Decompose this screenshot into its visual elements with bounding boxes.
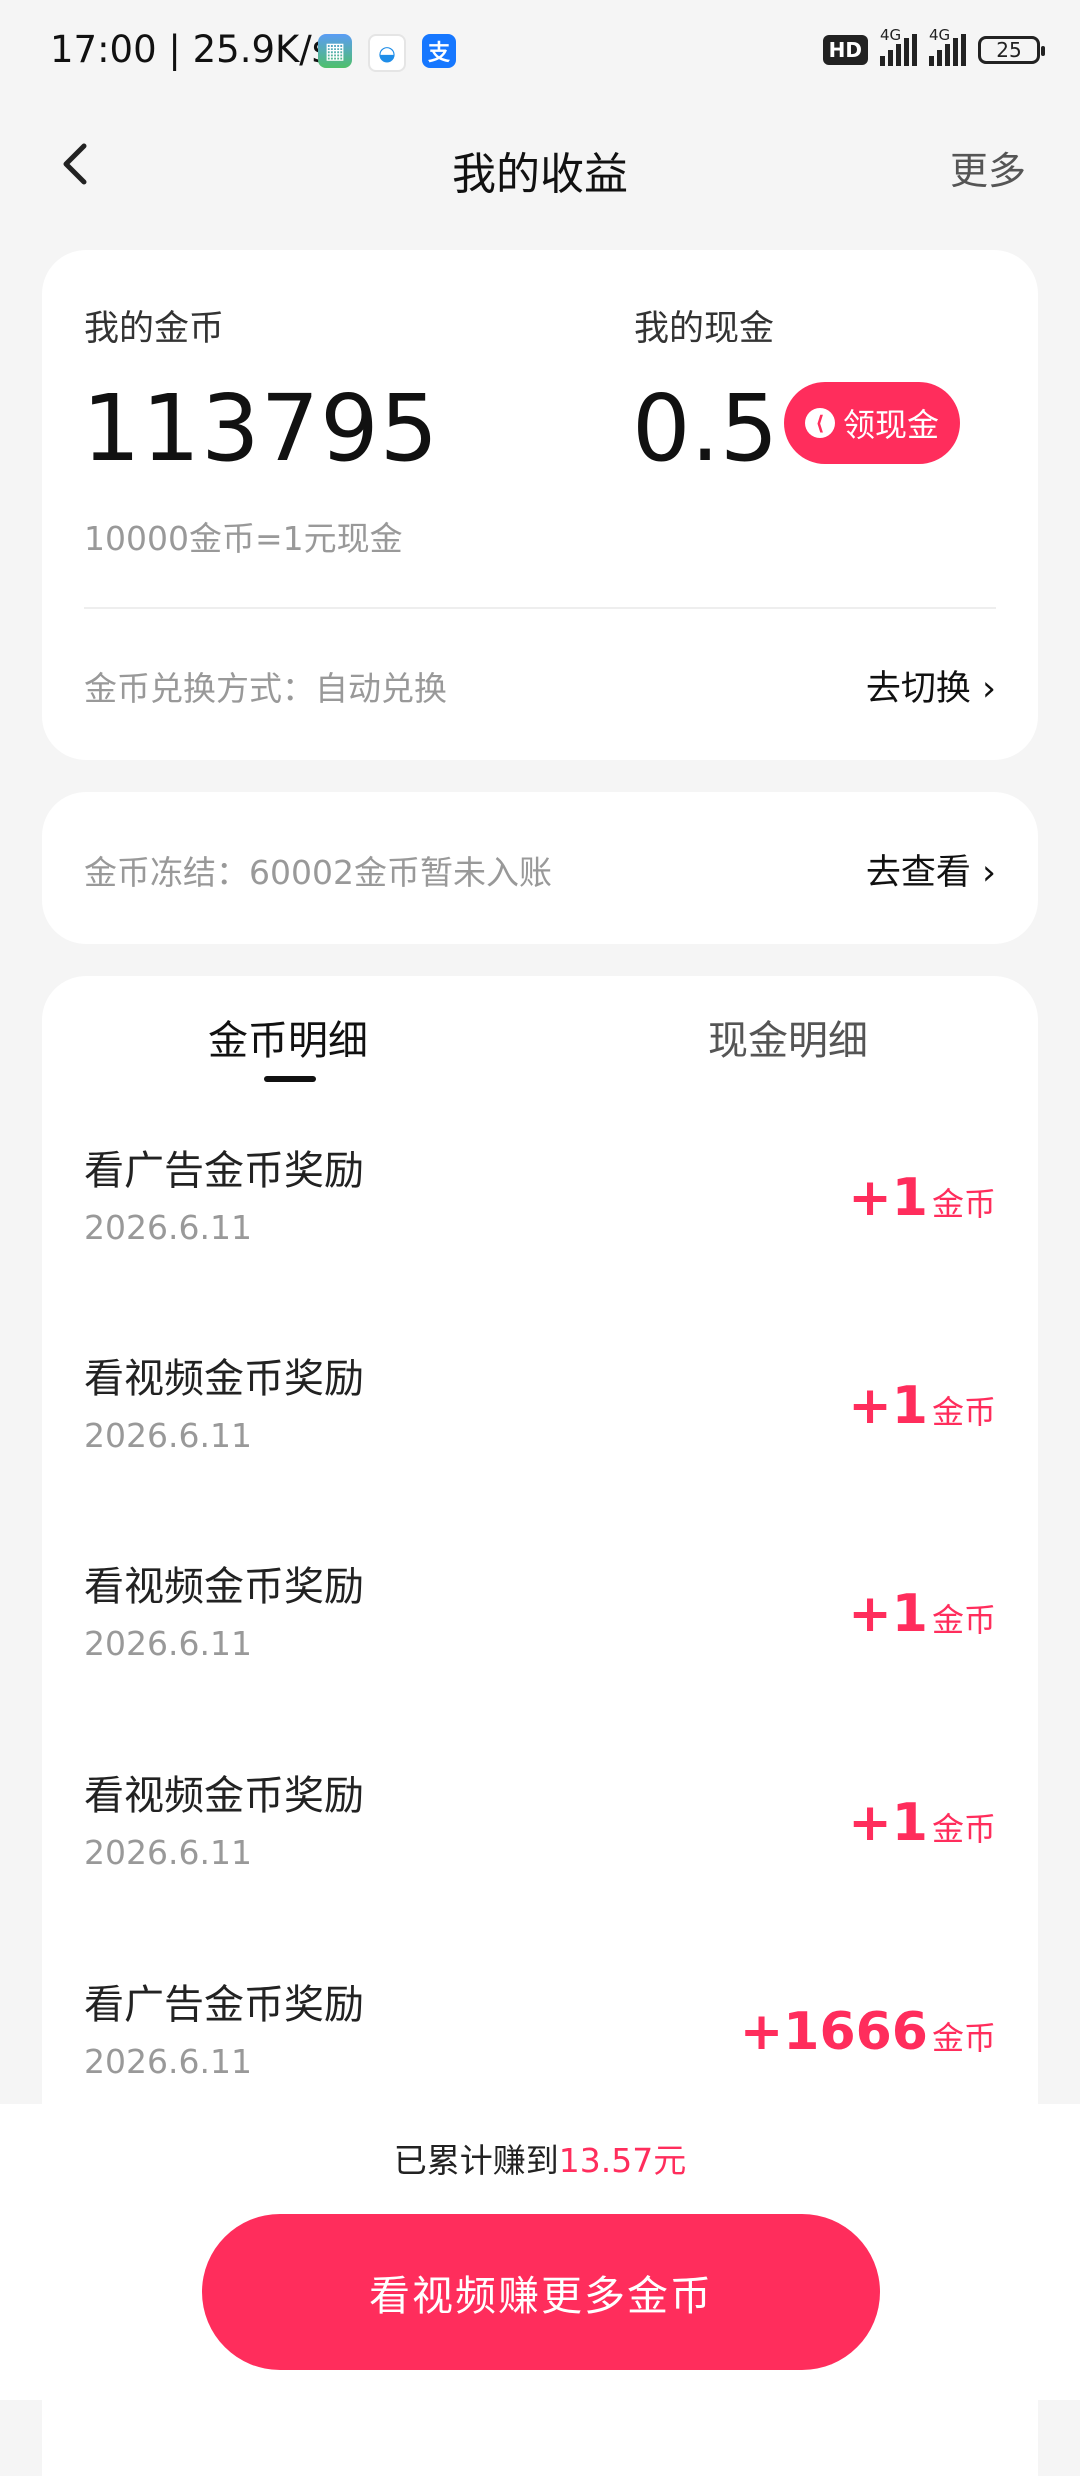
record-amount: +1666 金币 — [739, 2002, 996, 2062]
coins-value: 113795 — [82, 375, 440, 482]
record-row: 看视频金币奖励 2026.6.11 +1 金币 — [84, 1564, 996, 1663]
network-speed: 25.9K/s — [192, 28, 332, 71]
cash-value: 0.5 — [632, 375, 779, 482]
status-bar: 17:00 | 25.9K/s ▦ ◒ 支 HD 4G 4G 25 — [0, 0, 1080, 110]
frozen-coins-card: 金币冻结：60002金币暂未入账 去查看 › — [42, 792, 1038, 944]
switch-mode-link[interactable]: 去切换 › — [866, 660, 996, 711]
system-indicators: HD 4G 4G 25 — [822, 26, 1045, 66]
chevron-right-icon: › — [982, 853, 996, 893]
record-amount: +1 金币 — [848, 1793, 996, 1853]
watch-video-earn-button[interactable]: 看视频赚更多金币 — [202, 2214, 880, 2370]
battery-icon: 25 — [978, 36, 1045, 64]
balance-card: 我的金币 我的现金 113795 0.5 ⟨ 领现金 10000金币=1元现金 … — [42, 250, 1038, 760]
exchange-mode: 金币兑换方式：自动兑换 — [84, 669, 447, 708]
record-amount: +1 金币 — [848, 1584, 996, 1644]
signal-icon: 4G — [880, 26, 917, 66]
view-frozen-link[interactable]: 去查看 › — [866, 844, 996, 895]
record-amount: +1 金币 — [848, 1168, 996, 1228]
withdraw-label: 领现金 — [842, 406, 939, 444]
page-title: 我的收益 — [452, 149, 628, 200]
bottom-bar: 已累计赚到13.57元 看视频赚更多金币 — [0, 2104, 1080, 2400]
cash-label: 我的现金 — [634, 309, 775, 349]
record-row: 看视频金币奖励 2026.6.11 +1 金币 — [84, 1356, 996, 1455]
record-amount: +1 金币 — [848, 1376, 996, 1436]
frozen-text: 金币冻结：60002金币暂未入账 — [84, 853, 552, 892]
total-earned: 已累计赚到13.57元 — [393, 2141, 687, 2180]
hd-icon: HD — [822, 35, 868, 65]
alipay-app-icon: 支 — [422, 34, 456, 68]
notification-icons: ▦ ◒ 支 — [318, 34, 456, 72]
record-row: 看视频金币奖励 2026.6.11 +1 金币 — [84, 1773, 996, 1872]
tab-coin-details[interactable]: 金币明细 — [208, 1008, 368, 1066]
status-time: 17:00 | 25.9K/s — [50, 28, 332, 71]
gallery-app-icon: ▦ — [318, 34, 352, 68]
tab-cash-details[interactable]: 现金明细 — [708, 1008, 868, 1066]
record-row: 看广告金币奖励 2026.6.11 +1 金币 — [84, 1148, 996, 1247]
withdraw-icon: ⟨ — [804, 408, 835, 438]
nav-bar: 我的收益 更多 — [0, 110, 1080, 220]
tab-indicator — [264, 1076, 316, 1082]
coins-label: 我的金币 — [84, 309, 225, 349]
browser-app-icon: ◒ — [368, 34, 406, 72]
signal-icon-2: 4G — [929, 26, 966, 66]
exchange-rate: 10000金币=1元现金 — [84, 519, 403, 558]
divider — [84, 607, 996, 609]
more-button[interactable]: 更多 — [950, 140, 1026, 195]
withdraw-cash-button[interactable]: ⟨ 领现金 — [784, 382, 960, 464]
chevron-right-icon: › — [982, 669, 996, 709]
